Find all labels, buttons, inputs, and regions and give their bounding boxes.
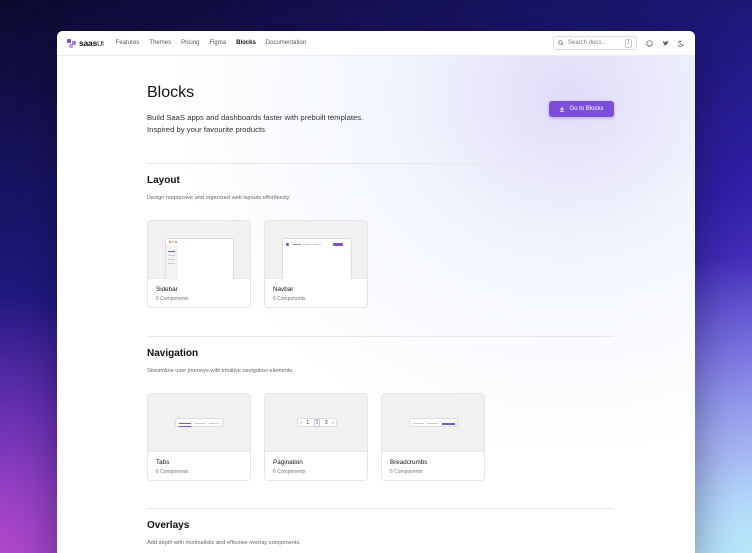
- section-title-layout: Layout: [147, 175, 180, 186]
- logo[interactable]: saasUI: [67, 38, 104, 48]
- card-title: Navbar: [273, 286, 294, 293]
- card-count: 6 Components: [273, 296, 306, 302]
- pagination-page: 3: [324, 419, 328, 426]
- logo-icon: [67, 38, 76, 48]
- pagination-next-icon: ›: [332, 419, 334, 426]
- block-card-navbar[interactable]: Navbar 6 Components: [264, 220, 368, 308]
- block-card-breadcrumbs[interactable]: Breadcrumbs 6 Components: [381, 393, 485, 481]
- pagination-page-current: 2: [313, 418, 321, 427]
- card-title: Sidebar: [156, 286, 178, 293]
- nav-link-figma[interactable]: Figma: [209, 40, 226, 46]
- github-icon[interactable]: [645, 39, 653, 47]
- nav-link-themes[interactable]: Themes: [149, 40, 171, 46]
- page-title: Blocks: [147, 84, 195, 101]
- section-title-overlays: Overlays: [147, 520, 190, 531]
- search-placeholder: Search docs...: [568, 40, 607, 46]
- pagination-prev-icon: ‹: [300, 419, 302, 426]
- card-count: 6 Components: [273, 469, 306, 475]
- sidebar-preview: [148, 221, 250, 280]
- section-description-overlays: Add depth with minimalistic and effectiv…: [147, 540, 301, 546]
- pagination-preview: ‹ 1 2 3 ›: [265, 394, 367, 452]
- section-divider: [147, 336, 614, 337]
- page-content: Blocks Build SaaS apps and dashboards fa…: [57, 56, 695, 553]
- download-icon: [560, 106, 565, 112]
- go-to-blocks-label: Go to Blocks: [569, 106, 604, 112]
- topbar-actions: Search docs... /: [553, 36, 685, 50]
- search-shortcut-key: /: [624, 38, 632, 48]
- logo-text: saasUI: [79, 38, 104, 48]
- search-input[interactable]: Search docs... /: [553, 36, 637, 50]
- section-divider: [147, 508, 614, 509]
- navbar-preview: [265, 221, 367, 279]
- card-count: 6 Components: [390, 469, 423, 475]
- page-subtitle: Build SaaS apps and dashboards faster wi…: [147, 112, 407, 135]
- nav-link-features[interactable]: Features: [116, 40, 140, 46]
- section-divider: [147, 163, 614, 164]
- block-card-pagination[interactable]: ‹ 1 2 3 › Pagination 6 Components: [264, 393, 368, 481]
- twitter-icon[interactable]: [661, 39, 669, 47]
- card-title: Tabs: [156, 459, 170, 466]
- block-card-sidebar[interactable]: Sidebar 6 Components: [147, 220, 251, 308]
- page-subtitle-line-2: Inspired by your favourite products: [147, 124, 265, 134]
- nav-link-pricing[interactable]: Pricing: [181, 40, 199, 46]
- card-title: Breadcrumbs: [390, 459, 428, 466]
- moon-icon[interactable]: [677, 39, 685, 47]
- section-description-navigation: Streamline user journeys with intuitive …: [147, 368, 294, 374]
- card-count: 6 Components: [156, 469, 189, 475]
- search-icon: [558, 40, 564, 46]
- tabs-preview: [148, 394, 250, 452]
- browser-window: saasUI Features Themes Pricing Figma Blo…: [57, 31, 695, 553]
- card-count: 6 Components: [156, 296, 189, 302]
- nav-link-blocks[interactable]: Blocks: [236, 40, 256, 46]
- section-description-layout: Design responsive and organized web layo…: [147, 195, 291, 201]
- section-title-navigation: Navigation: [147, 348, 199, 359]
- go-to-blocks-button[interactable]: Go to Blocks: [549, 101, 614, 117]
- card-title: Pagination: [273, 459, 303, 466]
- pagination-page: 1: [306, 419, 310, 426]
- top-navigation-bar: saasUI Features Themes Pricing Figma Blo…: [57, 31, 695, 56]
- nav-link-documentation[interactable]: Documentation: [266, 40, 306, 46]
- page-subtitle-line-1: Build SaaS apps and dashboards faster wi…: [147, 113, 364, 122]
- breadcrumbs-preview: [382, 394, 484, 452]
- main-nav: Features Themes Pricing Figma Blocks Doc…: [116, 40, 306, 46]
- block-card-tabs[interactable]: Tabs 6 Components: [147, 393, 251, 481]
